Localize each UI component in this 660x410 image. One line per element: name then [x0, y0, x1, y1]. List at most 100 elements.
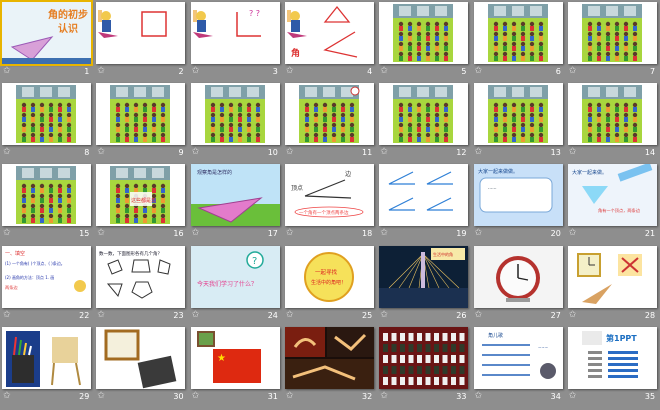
slide-thumbnail-8[interactable] — [2, 83, 91, 146]
star-icon[interactable]: ✩ — [192, 67, 201, 76]
slide-cell: 一、填空 (1) 一个角有( )个顶点、( )条边。 (2) 画角的方法：顶点 1.… — [0, 244, 94, 325]
star-icon[interactable]: ✩ — [380, 229, 389, 238]
star-icon[interactable]: ✩ — [569, 310, 578, 320]
slide-number: 25 — [362, 310, 373, 320]
star-icon[interactable]: ✩ — [286, 310, 295, 320]
star-icon[interactable]: ✩ — [380, 391, 389, 401]
slide-line1: 一、填空 — [5, 250, 25, 257]
star-icon[interactable]: ✩ — [380, 148, 389, 157]
slide-cell: ★ ✩ 31 — [189, 325, 283, 406]
slide-thumbnail-6[interactable] — [473, 2, 563, 64]
slide-number: 33 — [456, 391, 467, 401]
star-icon[interactable]: ✩ — [3, 229, 12, 238]
slide-thumbnail-12[interactable] — [379, 83, 469, 146]
star-icon[interactable]: ✩ — [475, 229, 484, 238]
slide-number: 21 — [644, 229, 656, 239]
slide-thumbnail-1[interactable]: 角的初步 认识 — [0, 0, 93, 66]
slide-thumbnail-30[interactable] — [96, 326, 186, 389]
slide-text: 这些都是角 — [131, 197, 156, 204]
star-icon[interactable]: ✩ — [192, 148, 201, 157]
slide-thumbnail-3[interactable]: ? ? — [190, 2, 280, 64]
star-icon[interactable]: ✩ — [380, 67, 389, 76]
slide-thumbnail-24[interactable]: ? 今天我们学习了什么？ — [190, 245, 280, 308]
slide-number: 14 — [644, 148, 656, 158]
slide-thumbnail-5[interactable] — [379, 2, 469, 64]
slide-number: 19 — [456, 229, 467, 239]
star-icon[interactable]: ✩ — [3, 67, 12, 76]
star-icon[interactable]: ✩ — [380, 310, 389, 320]
slide-thumbnail-27[interactable] — [473, 245, 563, 308]
brand-text: 第1PPT — [606, 333, 637, 343]
slide-cell: 数一数，下面图形各有几个角？ ✩ 23 — [94, 244, 188, 325]
slide-thumbnail-20[interactable]: 大家一起来做做。 ······ — [473, 164, 563, 227]
star-icon[interactable]: ✩ — [475, 391, 484, 401]
slide-number: 27 — [550, 310, 561, 320]
slide-thumbnail-28[interactable] — [567, 245, 657, 308]
star-icon[interactable]: ✩ — [192, 310, 201, 320]
slide-cell: 一起寻找 生活中的角吧！ ✩ 25 — [283, 244, 377, 325]
star-icon[interactable]: ✩ — [3, 310, 12, 320]
slide-number: 32 — [362, 391, 373, 401]
slide-thumbnail-31[interactable]: ★ — [190, 326, 280, 389]
star-icon[interactable]: ✩ — [97, 391, 106, 401]
star-icon[interactable]: ✩ — [97, 148, 106, 157]
star-icon[interactable]: ✩ — [97, 67, 106, 76]
slide-thumbnail-26[interactable]: 生活中的角 — [379, 245, 469, 308]
slide-caption: 一个角有一个顶点两条边 — [299, 209, 349, 216]
star-icon[interactable]: ✩ — [569, 148, 578, 157]
slide-thumbnail-15[interactable] — [2, 164, 91, 227]
svg-text:★: ★ — [217, 353, 226, 364]
slide-thumbnail-11[interactable] — [284, 83, 374, 146]
star-icon[interactable]: ✩ — [569, 391, 578, 401]
star-icon[interactable]: ✩ — [286, 67, 295, 76]
slide-thumbnail-25[interactable]: 一起寻找 生活中的角吧！ — [284, 245, 374, 308]
star-icon[interactable]: ✩ — [3, 148, 12, 157]
slide-number: 23 — [173, 310, 184, 320]
slide-number: 10 — [267, 148, 278, 158]
slide-thumbnail-16[interactable]: 这些都是角 — [96, 164, 186, 227]
slide-number: 15 — [79, 229, 90, 239]
star-icon[interactable]: ✩ — [3, 391, 12, 401]
star-icon[interactable]: ✩ — [97, 229, 106, 238]
slide-cell: ✩ 12 — [377, 81, 471, 162]
slide-thumbnail-14[interactable] — [567, 83, 657, 146]
slide-number: 22 — [79, 310, 90, 320]
star-icon[interactable]: ✩ — [286, 148, 295, 157]
slide-caption: 角有一个顶点，两条边 — [598, 207, 641, 214]
slide-thumbnail-21[interactable]: 大家一起来做。 角有一个顶点，两条边 — [567, 164, 657, 227]
slide-number: 29 — [79, 391, 90, 401]
slide-thumbnail-13[interactable] — [473, 83, 563, 146]
star-icon[interactable]: ✩ — [475, 310, 484, 320]
slide-thumbnail-2[interactable] — [96, 2, 186, 64]
slide-thumbnail-9[interactable] — [96, 83, 186, 146]
slide-thumbnail-7[interactable] — [567, 2, 657, 64]
slide-number: 26 — [456, 310, 467, 320]
star-icon[interactable]: ✩ — [569, 67, 578, 76]
slide-thumbnail-35[interactable]: 第1PPT — [567, 326, 657, 389]
slide-thumbnail-4[interactable]: 角 — [284, 2, 374, 64]
slide-thumbnail-10[interactable] — [190, 83, 280, 146]
star-icon[interactable]: ✩ — [97, 310, 106, 320]
star-icon[interactable]: ✩ — [475, 67, 484, 76]
star-icon[interactable]: ✩ — [475, 148, 484, 157]
slide-thumbnail-18[interactable]: 顶点 边一个角有一个顶点两条边 — [284, 164, 374, 227]
slide-thumbnail-17[interactable]: 观察角是怎样的 — [190, 164, 280, 227]
slide-cell: ? 今天我们学习了什么？ ✩ 24 — [189, 244, 283, 325]
slide-thumbnail-19[interactable] — [379, 164, 469, 227]
slide-cell: ✩ 27 — [472, 244, 566, 325]
slide-number: 3 — [272, 67, 278, 76]
slide-thumbnail-22[interactable]: 一、填空 (1) 一个角有( )个顶点、( )条边。 (2) 画角的方法：顶点 1.… — [2, 245, 91, 308]
star-icon[interactable]: ✩ — [569, 229, 578, 238]
slide-thumbnail-34[interactable]: 角儿歌 ~~~ — [473, 326, 563, 389]
star-icon[interactable]: ✩ — [286, 391, 295, 401]
slide-text: 今天我们学习了什么？ — [197, 280, 257, 288]
slide-thumbnail-33[interactable] — [379, 326, 469, 389]
slide-thumbnail-23[interactable]: 数一数，下面图形各有几个角？ — [96, 245, 186, 308]
star-icon[interactable]: ✩ — [286, 229, 295, 238]
slide-cell: ✩ 8 — [0, 81, 94, 162]
star-icon[interactable]: ✩ — [192, 391, 201, 401]
slide-number: 28 — [644, 310, 656, 320]
slide-thumbnail-32[interactable] — [284, 326, 374, 389]
star-icon[interactable]: ✩ — [192, 229, 201, 238]
slide-thumbnail-29[interactable] — [2, 326, 91, 389]
